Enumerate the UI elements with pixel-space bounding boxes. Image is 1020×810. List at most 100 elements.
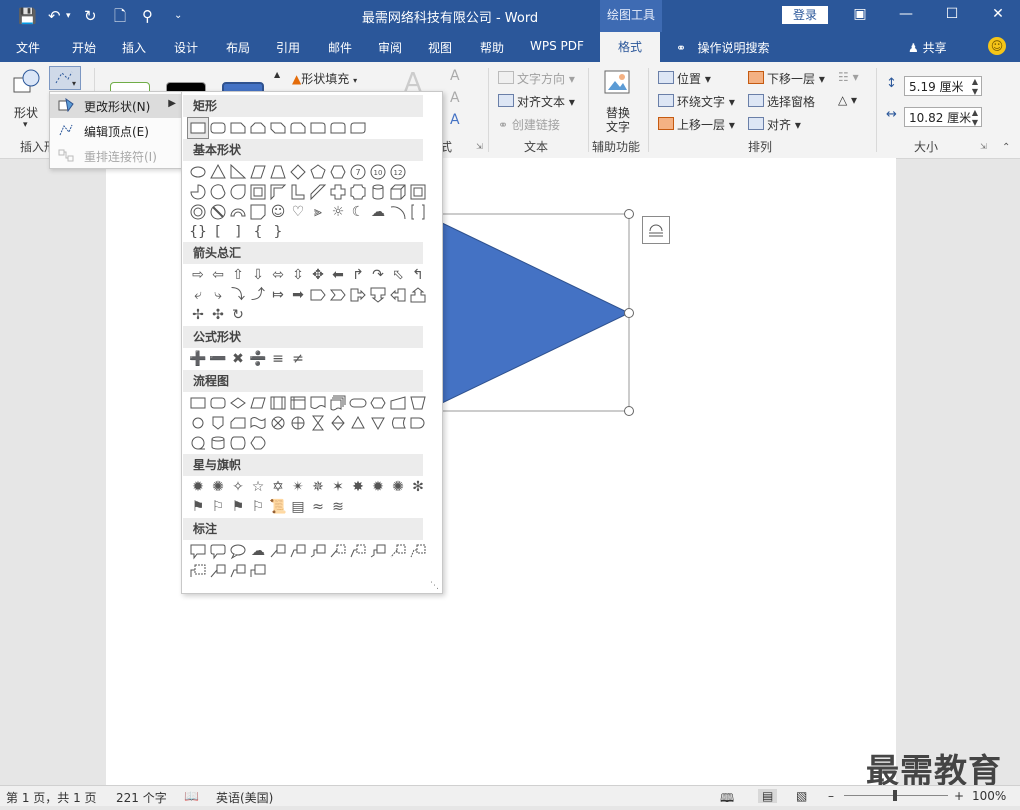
chevron-arrow-icon[interactable] <box>328 285 348 305</box>
tab-insert[interactable]: 插入 <box>122 39 146 56</box>
wave-icon[interactable]: ≈ <box>308 497 328 517</box>
cross-shape-icon[interactable] <box>328 182 348 202</box>
tab-wps-pdf[interactable]: WPS PDF <box>530 39 584 53</box>
triangle-fill[interactable] <box>439 221 631 405</box>
flowchart-card-icon[interactable] <box>228 413 248 433</box>
tab-view[interactable]: 视图 <box>428 39 452 56</box>
flowchart-delay-icon[interactable] <box>408 413 428 433</box>
line-callout-no-border-2-icon[interactable] <box>228 561 248 581</box>
cloud-icon[interactable]: ☁ <box>368 202 388 222</box>
star-24-point-icon[interactable]: ✺ <box>388 477 408 497</box>
ribbon-display-icon[interactable]: ▣ <box>850 6 870 22</box>
curved-ribbon-up-icon[interactable]: ⚑ <box>228 497 248 517</box>
flowchart-connector-icon[interactable] <box>188 413 208 433</box>
shapes-gallery-icon[interactable] <box>12 68 42 96</box>
plus-shape-icon[interactable]: ➕ <box>188 349 208 369</box>
parallelogram-icon[interactable] <box>248 162 268 182</box>
flowchart-predefined-process-icon[interactable] <box>268 393 288 413</box>
bent-up-arrow-icon[interactable]: ↰ <box>408 265 428 285</box>
moon-icon[interactable]: ☾ <box>348 202 368 222</box>
minus-shape-icon[interactable]: ➖ <box>208 349 228 369</box>
right-arrow-icon[interactable]: ⇨ <box>188 265 208 285</box>
tab-references[interactable]: 引用 <box>276 39 300 56</box>
lightning-bolt-icon[interactable]: ⫸ <box>308 202 328 222</box>
proofing-icon[interactable]: 📖 <box>184 789 199 803</box>
right-brace-icon[interactable]: } <box>268 222 288 242</box>
flowchart-punched-tape-icon[interactable] <box>248 413 268 433</box>
flowchart-alternate-process-icon[interactable] <box>208 393 228 413</box>
chord-shape-icon[interactable] <box>208 182 228 202</box>
touch-mode-icon[interactable]: ⚲ <box>142 6 153 26</box>
flowchart-multidocument-icon[interactable] <box>328 393 348 413</box>
left-right-arrow-callout-icon[interactable]: ✢ <box>188 305 208 325</box>
flowchart-preparation-icon[interactable] <box>368 393 388 413</box>
read-mode-icon[interactable]: 🕮 <box>720 789 734 810</box>
oval-shape-icon[interactable] <box>188 162 208 182</box>
tab-home[interactable]: 开始 <box>72 39 96 56</box>
right-arrow-callout-icon[interactable] <box>348 285 368 305</box>
half-frame-icon[interactable] <box>268 182 288 202</box>
left-right-arrow-icon[interactable]: ⬄ <box>268 265 288 285</box>
multiply-shape-icon[interactable]: ✖ <box>228 349 248 369</box>
redo-icon[interactable]: ↻ <box>84 6 97 26</box>
star-16-point-icon[interactable]: ✹ <box>368 477 388 497</box>
spinner-arrows-icon[interactable]: ▲ ▼ <box>972 108 978 128</box>
flowchart-manual-operation-icon[interactable] <box>408 393 428 413</box>
bevel-icon[interactable] <box>408 182 428 202</box>
rectangle-shape-icon[interactable] <box>187 117 209 139</box>
star-32-point-icon[interactable]: ✻ <box>408 477 428 497</box>
flowchart-terminator-icon[interactable] <box>348 393 368 413</box>
align-text-button[interactable]: 对齐文本 ▾ <box>498 93 575 110</box>
double-brace-icon[interactable]: {} <box>188 222 208 242</box>
bent-arrow-icon[interactable]: ↱ <box>348 265 368 285</box>
trapezoid-icon[interactable] <box>268 162 288 182</box>
page-count[interactable]: 第 1 页，共 1 页 <box>6 789 97 806</box>
right-triangle-icon[interactable] <box>228 162 248 182</box>
left-arrow-icon[interactable]: ⇦ <box>208 265 228 285</box>
feedback-smiley-icon[interactable]: ☺ <box>988 37 1006 55</box>
horizontal-scroll-icon[interactable]: ▤ <box>288 497 308 517</box>
circular-arrow-icon[interactable]: ↻ <box>228 305 248 325</box>
print-layout-icon[interactable]: ▤ <box>758 789 778 803</box>
rectangular-callout-icon[interactable] <box>188 541 208 561</box>
minimize-icon[interactable]: — <box>896 6 916 22</box>
round-diagonal-rectangle-icon[interactable] <box>348 118 368 138</box>
down-arrow-callout-icon[interactable] <box>368 285 388 305</box>
isosceles-triangle-icon[interactable] <box>208 162 228 182</box>
left-brace-icon[interactable]: { <box>248 222 268 242</box>
star-7-point-icon[interactable]: ✴ <box>288 477 308 497</box>
ribbon-tilted-up-icon[interactable]: ⚑ <box>188 497 208 517</box>
not-equal-shape-icon[interactable]: ≠ <box>288 349 308 369</box>
zoom-out-icon[interactable]: – <box>828 789 834 803</box>
flowchart-collate-icon[interactable] <box>308 413 328 433</box>
line-callout-accent-2-icon[interactable] <box>348 541 368 561</box>
style-scroll-up-icon[interactable]: ▲ <box>274 70 280 79</box>
dialog-launcher-icon[interactable]: ⇲ <box>476 142 483 151</box>
align-button[interactable]: 对齐 ▾ <box>748 116 801 133</box>
hexagon-icon[interactable] <box>328 162 348 182</box>
curved-up-arrow-icon[interactable]: ⤵ <box>228 285 248 305</box>
tab-design[interactable]: 设计 <box>174 39 198 56</box>
star-8-point-icon[interactable]: ✵ <box>308 477 328 497</box>
save-icon[interactable]: 💾 <box>18 6 37 26</box>
flowchart-decision-icon[interactable] <box>228 393 248 413</box>
heptagon-icon[interactable]: 7 <box>348 162 368 182</box>
shape-width-input[interactable]: 10.82 厘米 ▲ ▼ <box>904 107 982 127</box>
alt-text-icon[interactable] <box>604 70 632 96</box>
line-callout-2-icon[interactable] <box>288 541 308 561</box>
tab-review[interactable]: 审阅 <box>378 39 402 56</box>
up-arrow-icon[interactable]: ⇧ <box>228 265 248 285</box>
diamond-icon[interactable] <box>288 162 308 182</box>
double-wave-icon[interactable]: ≋ <box>328 497 348 517</box>
flowchart-extract-icon[interactable] <box>348 413 368 433</box>
zoom-level[interactable]: 100% <box>972 789 1006 803</box>
rounded-rectangle-shape-icon[interactable] <box>208 118 228 138</box>
selection-pane-button[interactable]: 选择窗格 <box>748 93 815 110</box>
wrap-text-button[interactable]: 环绕文字 ▾ <box>658 93 735 110</box>
edit-shape-button[interactable]: ▾ <box>49 66 81 90</box>
decagon-icon[interactable]: 10 <box>368 162 388 182</box>
selected-triangle-shape[interactable] <box>420 208 640 418</box>
share-button[interactable]: ♟ 共享 <box>908 39 947 56</box>
web-layout-icon[interactable]: ▧ <box>796 789 807 803</box>
resize-grip-icon[interactable]: ⋱ <box>430 581 439 591</box>
